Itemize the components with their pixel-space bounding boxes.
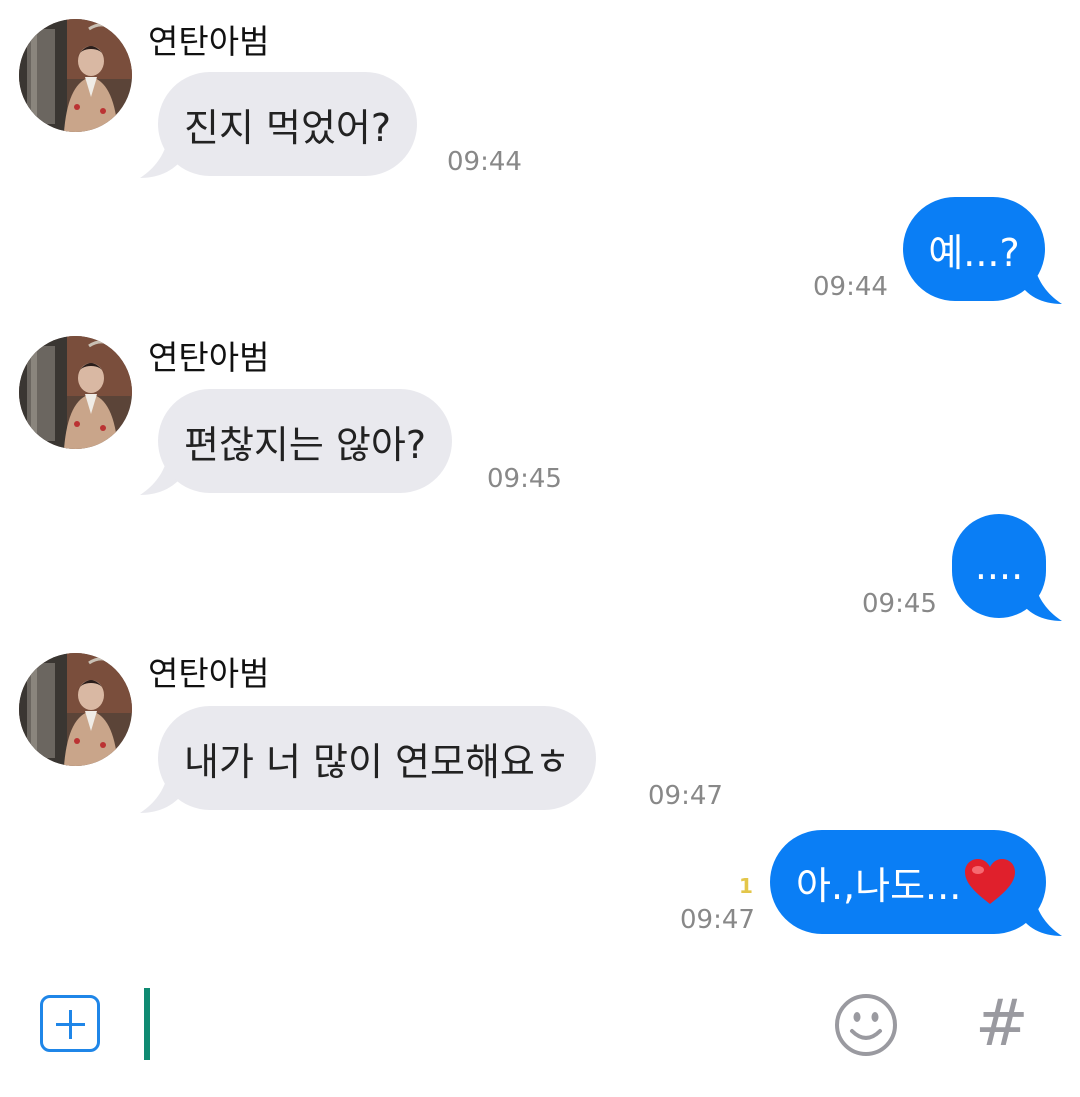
message-time: 09:44 [813,272,888,302]
message-bubble-incoming[interactable]: 편찮지는 않아? [158,389,453,493]
message-text: 진지 먹었어? [184,105,392,150]
message-time: 09:45 [862,589,937,619]
smiley-icon[interactable] [834,993,898,1057]
message-bubble-incoming[interactable]: 내가 너 많이 연모해요ㅎ [158,706,596,810]
unread-count: 1 [739,874,753,898]
message-bubble-incoming[interactable]: 진지 먹었어? [158,72,418,176]
avatar-image [19,19,132,132]
sender-name: 연탄아범 [148,338,270,377]
add-attachment-button[interactable] [40,995,100,1052]
message-text: 편찮지는 않아? [184,422,427,467]
hashtag-button[interactable]: # [975,992,1029,1056]
message-text: .... [974,544,1024,588]
message-time: 09:44 [447,147,522,177]
avatar-image [19,336,132,449]
message-text: 예...? [928,230,1020,275]
message-time: 09:47 [648,781,723,811]
message-input-cursor[interactable] [144,988,150,1060]
message-bubble-outgoing[interactable]: .... [952,514,1046,618]
message-time: 09:45 [487,464,562,494]
message-text: 내가 너 많이 연모해요ㅎ [184,739,570,784]
avatar-image [19,653,132,766]
message-text: 아.,나도... [796,863,962,908]
message-bubble-outgoing[interactable]: 예...? [903,197,1045,301]
sender-avatar[interactable] [19,19,132,132]
sender-name: 연탄아범 [148,22,270,61]
sender-name: 연탄아범 [148,654,270,693]
sender-avatar[interactable] [19,336,132,449]
message-bubble-outgoing[interactable]: 아.,나도... [770,830,1046,934]
heart-icon [965,859,1016,904]
message-time: 09:47 [680,905,755,935]
sender-avatar[interactable] [19,653,132,766]
